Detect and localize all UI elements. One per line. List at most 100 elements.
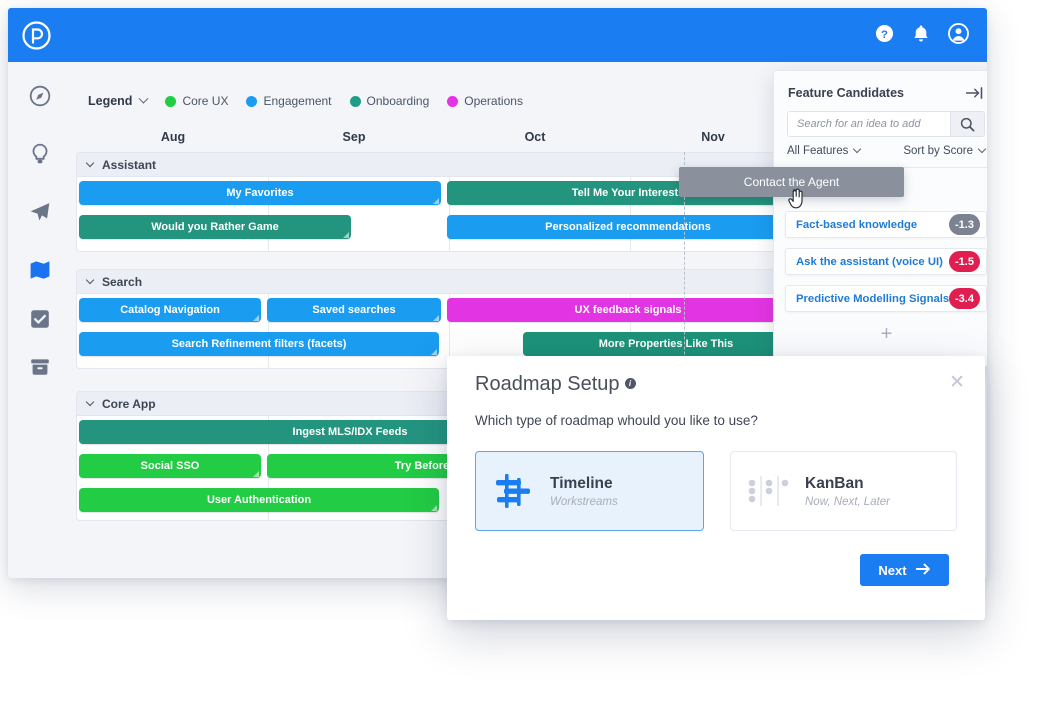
sort-by-score-label: Sort by Score: [903, 145, 973, 157]
choice-timeline-text: Timeline Workstreams: [550, 475, 618, 508]
choice-timeline-sub: Workstreams: [550, 496, 618, 508]
collapse-right-icon[interactable]: [966, 86, 983, 105]
add-candidate-button[interactable]: +: [774, 323, 987, 346]
feature-search-box[interactable]: [787, 111, 985, 137]
legend-entry-onboarding[interactable]: Onboarding: [350, 94, 430, 108]
timeline-bar-label: Saved searches: [312, 304, 395, 316]
resize-handle[interactable]: [253, 471, 259, 477]
resize-handle[interactable]: [433, 315, 439, 321]
close-icon[interactable]: ✕: [949, 373, 965, 392]
feature-candidate-card[interactable]: Fact-based knowledge-1.3: [785, 211, 987, 238]
legend: Legend Core UXEngagementOnboardingOperat…: [88, 94, 523, 108]
timeline-bar[interactable]: User Authentication: [79, 488, 439, 512]
feature-candidates-panel: Feature Candidates All Features Sort by …: [773, 70, 987, 367]
feature-candidate-score: -3.4: [949, 288, 980, 309]
resize-handle[interactable]: [431, 505, 437, 511]
timeline-bar-label: User Authentication: [207, 494, 311, 506]
feature-candidate-card[interactable]: Predictive Modelling Signals-3.4: [785, 285, 987, 312]
productboard-p-logo[interactable]: [22, 21, 51, 50]
legend-color-dot: [165, 96, 176, 107]
legend-entry-engagement[interactable]: Engagement: [246, 94, 331, 108]
timeline-bar-label: Ingest MLS/IDX Feeds: [293, 426, 408, 438]
modal-title-text: Roadmap Setup: [475, 373, 620, 395]
resize-handle[interactable]: [343, 232, 349, 238]
legend-entry-operations[interactable]: Operations: [447, 94, 523, 108]
timeline-bar[interactable]: Search Refinement filters (facets): [79, 332, 439, 356]
legend-entry-label: Engagement: [263, 94, 331, 108]
timeline-bar[interactable]: Would you Rather Game: [79, 215, 351, 239]
bell-icon[interactable]: [912, 24, 930, 43]
help-circle-icon[interactable]: ?: [875, 24, 894, 43]
timeline-bar[interactable]: Catalog Navigation: [79, 298, 261, 322]
timeline-bar-label: Tell Me Your Interests: [572, 187, 684, 199]
timeline-bar-label: More Properties Like This: [599, 338, 733, 350]
feature-candidate-score: -1.5: [949, 251, 980, 272]
sidebar-item-roadmap[interactable]: [26, 256, 54, 284]
timeline-bar[interactable]: Saved searches: [267, 298, 441, 322]
top-bar-icons: ?: [875, 23, 969, 44]
chevron-down-icon[interactable]: [86, 159, 94, 167]
month-label-nov: Nov: [673, 130, 753, 144]
svg-text:?: ?: [881, 29, 888, 41]
sort-by-score-dropdown[interactable]: Sort by Score: [903, 145, 985, 157]
feature-candidate-name: Predictive Modelling Signals: [786, 293, 949, 305]
feature-candidate-score: -1.3: [949, 214, 980, 235]
choice-kanban[interactable]: KanBan Now, Next, Later: [730, 451, 957, 531]
kanban-icon: [731, 475, 805, 507]
timeline-bar[interactable]: More Properties Like This: [523, 332, 809, 356]
choice-kanban-sub: Now, Next, Later: [805, 496, 890, 508]
resize-handle[interactable]: [433, 198, 439, 204]
left-nav-rail: [8, 62, 72, 578]
choice-kanban-text: KanBan Now, Next, Later: [805, 475, 890, 508]
chevron-down-icon[interactable]: [139, 93, 149, 103]
feature-candidate-card[interactable]: Ask the assistant (voice UI)-1.5: [785, 248, 987, 275]
legend-color-dot: [447, 96, 458, 107]
choice-timeline[interactable]: Timeline Workstreams: [475, 451, 704, 531]
all-features-label: All Features: [787, 145, 848, 157]
timeline-bar-label: Catalog Navigation: [120, 304, 220, 316]
search-input[interactable]: [788, 112, 950, 136]
chevron-down-icon[interactable]: [86, 398, 94, 406]
sidebar-item-insights[interactable]: [26, 140, 54, 168]
timeline-bar[interactable]: My Favorites: [79, 181, 441, 205]
sidebar-item-send[interactable]: [26, 198, 54, 226]
timeline-bar-label: Personalized recommendations: [545, 221, 711, 233]
legend-entry-core-ux[interactable]: Core UX: [165, 94, 228, 108]
legend-color-dot: [350, 96, 361, 107]
chevron-down-icon: [978, 145, 986, 153]
legend-color-dot: [246, 96, 257, 107]
chevron-down-icon[interactable]: [86, 276, 94, 284]
group-name: Search: [102, 275, 142, 289]
sidebar-item-compass[interactable]: [26, 82, 54, 110]
feature-candidates-title: Feature Candidates: [788, 86, 904, 100]
sidebar-item-archive[interactable]: [26, 353, 54, 381]
next-button-label: Next: [878, 563, 906, 578]
resize-handle[interactable]: [253, 315, 259, 321]
timeline-bar[interactable]: Social SSO: [79, 454, 261, 478]
timeline-bar[interactable]: UX feedback signals: [447, 298, 809, 322]
all-features-dropdown[interactable]: All Features: [787, 145, 860, 157]
group-name: Assistant: [102, 158, 156, 172]
search-icon[interactable]: [950, 112, 984, 136]
feature-filter-row: All Features Sort by Score: [787, 145, 985, 157]
roadmap-setup-modal: Roadmap Setup i ✕ Which type of roadmap w…: [447, 356, 985, 620]
timeline-bar[interactable]: Personalized recommendations: [447, 215, 809, 239]
choice-kanban-name: KanBan: [805, 475, 890, 493]
choice-timeline-name: Timeline: [550, 475, 618, 493]
modal-question: Which type of roadmap whould you like to…: [475, 413, 758, 428]
timeline-bar-label: My Favorites: [226, 187, 293, 199]
month-label-aug: Aug: [133, 130, 213, 144]
month-label-sep: Sep: [314, 130, 394, 144]
user-avatar-icon[interactable]: [948, 23, 969, 44]
timeline-bar-label: Search Refinement filters (facets): [172, 338, 347, 350]
timeline-icon: [476, 472, 550, 510]
month-label-oct: Oct: [495, 130, 575, 144]
info-icon[interactable]: i: [625, 378, 636, 389]
timeline-bar-label: UX feedback signals: [575, 304, 682, 316]
next-button[interactable]: Next: [860, 554, 949, 586]
feature-candidate-name: Ask the assistant (voice UI): [786, 256, 949, 268]
modal-title: Roadmap Setup i: [475, 373, 636, 396]
sidebar-item-tasks[interactable]: [26, 305, 54, 333]
resize-handle[interactable]: [431, 349, 437, 355]
timeline-bar-label: Would you Rather Game: [151, 221, 279, 233]
